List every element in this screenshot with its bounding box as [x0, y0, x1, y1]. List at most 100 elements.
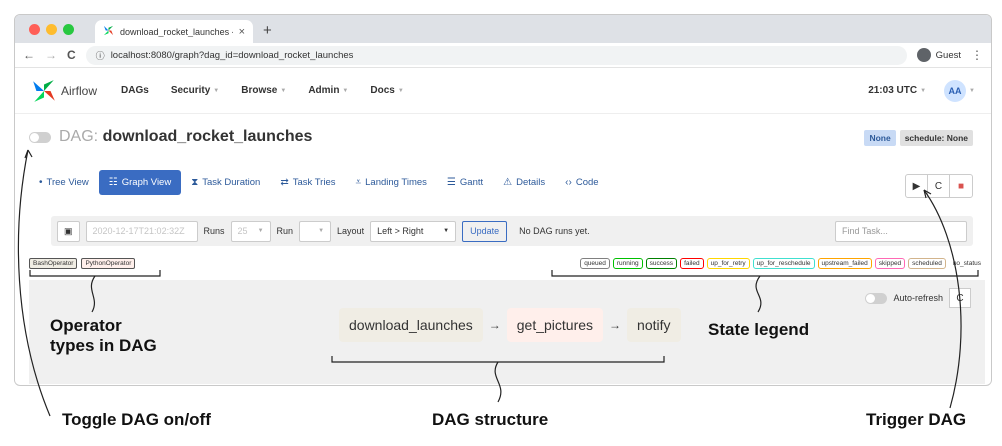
- tab-bar: download_rocket_launches - з × +: [15, 15, 991, 43]
- tab-task-tries[interactable]: ⇄ Task Tries: [270, 170, 345, 195]
- nav-security[interactable]: Security ▼: [171, 85, 219, 96]
- state-up-for-retry: up_for_retry: [706, 258, 750, 269]
- dag-toggle[interactable]: [29, 131, 51, 143]
- airflow-navbar: Airflow DAGs Security ▼ Browse ▼ Admin ▼ Do…: [15, 68, 991, 114]
- nav-dags[interactable]: DAGs: [121, 85, 149, 96]
- guest-label: Guest: [935, 49, 961, 61]
- url-field[interactable]: ⓘ localhost:8080/graph?dag_id=download_r…: [85, 45, 907, 65]
- chevron-down-icon: ▼: [213, 87, 220, 94]
- update-button[interactable]: Update: [462, 220, 508, 242]
- layout-select[interactable]: Left > Right ▼: [370, 220, 457, 242]
- tab-title: download_rocket_launches - з: [120, 26, 233, 37]
- brand-name: Airflow: [61, 83, 98, 98]
- retry-icon: ⇄: [280, 177, 289, 188]
- tab-label: Tree View: [46, 177, 89, 188]
- calendar-icon: ▣: [64, 225, 73, 236]
- page-title: DAG: download_rocket_launches: [59, 128, 312, 146]
- auto-refresh-label: Auto-refresh: [893, 293, 943, 303]
- tab-code[interactable]: ‹› Code: [555, 170, 608, 195]
- find-task-input[interactable]: Find Task...: [835, 220, 967, 242]
- task-node-download-launches[interactable]: download_launches: [339, 308, 483, 342]
- landing-icon: ⩡: [355, 177, 362, 188]
- graph-filters: ▣ 2020-12-17T21:02:32Z Runs 25 ▼ Run ▼ La…: [51, 216, 973, 246]
- state-skipped: skipped: [874, 258, 906, 269]
- state-queued: queued: [580, 258, 610, 269]
- browser-menu-icon[interactable]: ⋮: [971, 48, 983, 62]
- nav-docs[interactable]: Docs ▼: [370, 85, 403, 96]
- state-success: success: [645, 258, 678, 269]
- annotation-operator-types: Operator types in DAG: [50, 316, 157, 356]
- delete-dag-button[interactable]: ■: [950, 175, 972, 197]
- graph-refresh-button[interactable]: C: [949, 288, 971, 308]
- reload-icon[interactable]: C: [67, 48, 76, 62]
- layout-value: Left > Right: [377, 226, 424, 236]
- info-icon: ⓘ: [95, 50, 105, 61]
- maximize-window-button[interactable]: [63, 24, 74, 35]
- window-controls: [29, 24, 74, 35]
- refresh-dag-button[interactable]: C: [928, 175, 950, 197]
- nav-security-label: Security: [170, 85, 211, 96]
- no-runs-message: No DAG runs yet.: [519, 226, 590, 236]
- guest-avatar-icon: [916, 48, 931, 62]
- annotation-state-legend: State legend: [708, 320, 810, 339]
- address-bar: ← → C ⓘ localhost:8080/graph?dag_id=down…: [15, 43, 991, 68]
- timezone-dropdown[interactable]: 21:03 UTC ▼: [868, 85, 926, 96]
- tab-task-duration[interactable]: ⧗ Task Duration: [181, 170, 270, 195]
- run-label: Run: [276, 226, 294, 236]
- state-failed: failed: [680, 258, 704, 269]
- close-tab-icon[interactable]: ×: [239, 26, 245, 38]
- chevron-down-icon: ▼: [397, 87, 404, 94]
- auto-refresh: Auto-refresh C: [865, 288, 971, 308]
- close-window-button[interactable]: [29, 24, 40, 35]
- tab-gantt[interactable]: ☰ Gantt: [437, 170, 493, 195]
- calendar-button[interactable]: ▣: [57, 220, 80, 242]
- tab-label: Code: [575, 177, 599, 188]
- time-label: 21:03 UTC: [868, 85, 918, 96]
- edge-arrow-icon: →: [488, 318, 501, 332]
- minimize-window-button[interactable]: [46, 24, 57, 35]
- user-menu[interactable]: AA ▼: [944, 79, 975, 102]
- auto-refresh-toggle[interactable]: [865, 292, 888, 304]
- new-tab-button[interactable]: +: [263, 22, 272, 39]
- state-up-for-reschedule: up_for_reschedule: [752, 258, 815, 269]
- airflow-logo[interactable]: Airflow: [31, 78, 97, 104]
- base-date-input[interactable]: 2020-12-17T21:02:32Z: [85, 220, 198, 242]
- status-badge: None: [864, 130, 896, 146]
- tab-graph-view[interactable]: ☷ Graph View: [98, 170, 182, 195]
- trigger-dag-button[interactable]: ▶: [906, 175, 928, 197]
- tree-icon: •: [39, 177, 43, 188]
- nav-docs-label: Docs: [370, 85, 395, 96]
- dag-actions: ▶ C ■: [905, 174, 973, 198]
- runs-select[interactable]: 25 ▼: [230, 220, 271, 242]
- airflow-pinwheel-icon: [33, 79, 55, 102]
- browser-tab[interactable]: download_rocket_launches - з ×: [95, 20, 253, 43]
- tab-label: Task Tries: [292, 177, 336, 188]
- tab-landing-times[interactable]: ⩡ Landing Times: [345, 170, 436, 195]
- operator-badge: BashOperator: [29, 258, 78, 269]
- chevron-down-icon: ▼: [342, 87, 349, 94]
- tab-tree-view[interactable]: • Tree View: [29, 170, 99, 195]
- view-tabs: • Tree View ☷ Graph View ⧗ Task Duration ⇄ T…: [29, 170, 609, 195]
- annotation-toggle-dag: Toggle DAG on/off: [62, 410, 211, 429]
- task-node-notify[interactable]: notify: [627, 308, 681, 342]
- tab-details[interactable]: ⚠ Details: [493, 170, 555, 195]
- tab-label: Details: [516, 177, 546, 188]
- layout-label: Layout: [337, 226, 365, 236]
- hourglass-icon: ⧗: [191, 177, 199, 188]
- profile-button[interactable]: Guest: [916, 48, 961, 62]
- chevron-down-icon: ▼: [257, 228, 264, 234]
- tab-label: Graph View: [121, 177, 172, 188]
- nav-admin[interactable]: Admin ▼: [308, 85, 348, 96]
- back-icon[interactable]: ←: [23, 48, 35, 62]
- navbar-right: 21:03 UTC ▼ AA ▼: [868, 79, 975, 102]
- warning-icon: ⚠: [503, 177, 513, 188]
- nav-browse[interactable]: Browse ▼: [241, 85, 286, 96]
- edge-arrow-icon: →: [609, 318, 622, 332]
- task-node-get-pictures[interactable]: get_pictures: [506, 308, 604, 342]
- legend-row: BashOperator PythonOperator queued runni…: [29, 258, 985, 274]
- forward-icon[interactable]: →: [45, 48, 57, 62]
- state-upstream-failed: upstream_failed: [817, 258, 872, 269]
- chevron-down-icon: ▼: [318, 228, 325, 234]
- run-select[interactable]: ▼: [299, 220, 332, 242]
- nav-admin-label: Admin: [308, 85, 340, 96]
